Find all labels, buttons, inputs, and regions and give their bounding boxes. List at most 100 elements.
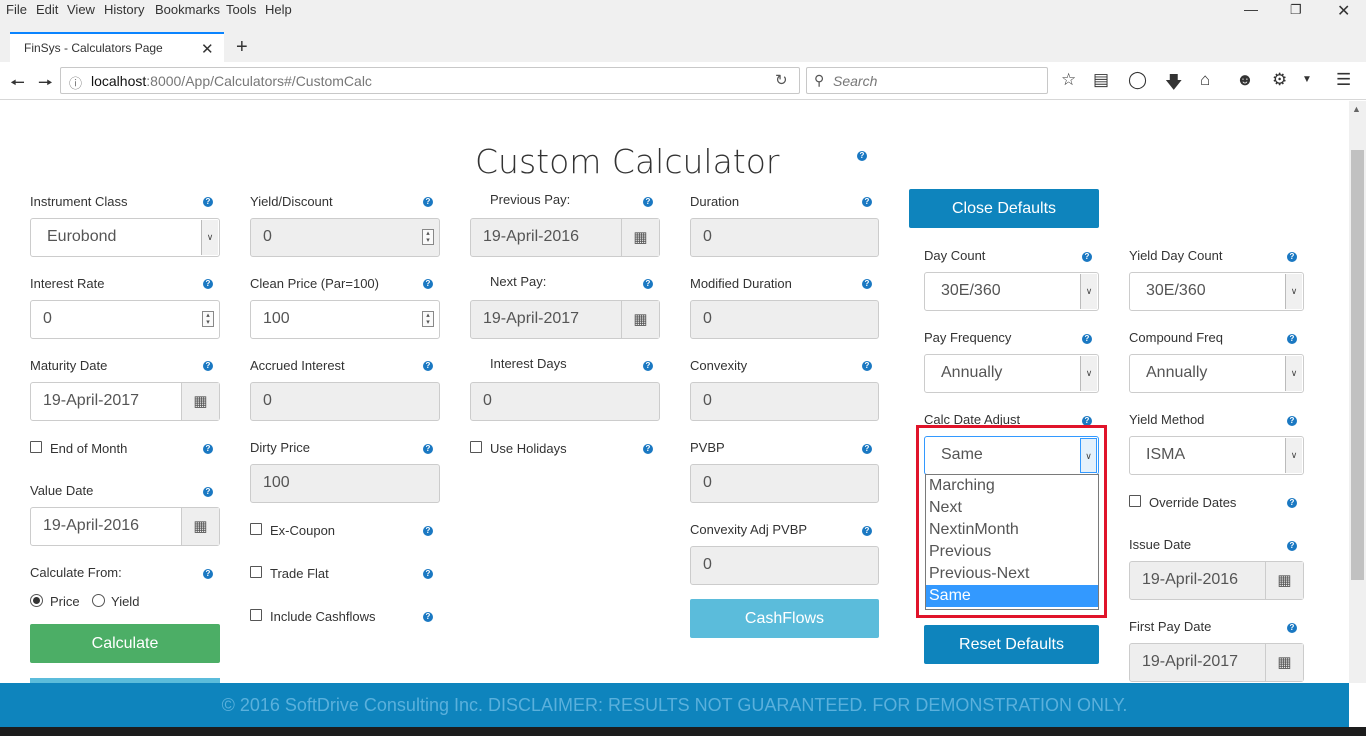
extension-icon[interactable]: ⚙ [1272, 70, 1287, 90]
help-icon[interactable]: ? [423, 444, 433, 454]
close-tab-icon[interactable]: ✕ [201, 40, 214, 58]
help-icon[interactable]: ? [203, 487, 213, 497]
yield-radio[interactable] [92, 594, 105, 607]
help-icon[interactable]: ? [423, 612, 433, 622]
help-icon[interactable]: ? [203, 569, 213, 579]
bookmark-star-icon[interactable]: ☆ [1061, 70, 1076, 90]
forward-icon[interactable]: 🠖 [38, 70, 53, 99]
help-icon[interactable]: ? [862, 361, 872, 371]
pay-frequency-select[interactable]: Annually ∨ [924, 354, 1099, 393]
help-icon[interactable]: ? [423, 361, 433, 371]
url-bar[interactable]: ⓘ localhost:8000/App/Calculators#/Custom… [60, 67, 800, 94]
override-dates-checkbox[interactable] [1129, 495, 1141, 507]
price-radio[interactable] [30, 594, 43, 607]
reset-defaults-button[interactable]: Reset Defaults [924, 625, 1099, 664]
help-icon[interactable]: ? [1287, 498, 1297, 508]
back-icon[interactable]: 🠔 [10, 70, 25, 99]
close-window-icon[interactable]: ✕ [1337, 1, 1350, 21]
menu-edit[interactable]: Edit [36, 2, 58, 17]
menu-tools[interactable]: Tools [226, 2, 256, 17]
include-cashflows-checkbox[interactable] [250, 609, 262, 621]
ex-coupon-checkbox[interactable] [250, 523, 262, 535]
chevron-down-icon[interactable]: ∨ [1285, 274, 1302, 309]
value-date-input[interactable]: 19-April-2016 ▦ [30, 507, 220, 546]
tab-finsys[interactable]: FinSys - Calculators Page ✕ [10, 32, 224, 62]
interest-rate-input[interactable]: 0 ▴ ▾ [30, 300, 220, 339]
help-icon[interactable]: ? [1082, 252, 1092, 262]
reader-list-icon[interactable]: ▤ [1093, 70, 1109, 90]
scrollbar-thumb[interactable] [1351, 150, 1364, 580]
day-count-select[interactable]: 30E/360 ∨ [924, 272, 1099, 311]
instrument-class-select[interactable]: Eurobond ∨ [30, 218, 220, 257]
calendar-icon[interactable]: ▦ [181, 383, 219, 420]
url-path: :8000/App/Calculators#/CustomCalc [146, 73, 372, 89]
yield-day-count-select[interactable]: 30E/360 ∨ [1129, 272, 1304, 311]
chevron-down-icon[interactable]: ∨ [1080, 274, 1097, 309]
calculate-button[interactable]: Calculate [30, 624, 220, 663]
maturity-date-input[interactable]: 19-April-2017 ▦ [30, 382, 220, 421]
chat-icon[interactable]: ☻ [1236, 70, 1254, 90]
restore-icon[interactable]: ❐ [1290, 2, 1302, 18]
help-icon[interactable]: ? [203, 197, 213, 207]
help-icon[interactable]: ? [423, 526, 433, 536]
end-of-month-checkbox[interactable] [30, 441, 42, 453]
help-icon[interactable]: ? [423, 197, 433, 207]
info-icon[interactable]: ⓘ [69, 73, 82, 92]
calendar-icon[interactable]: ▦ [1265, 562, 1303, 599]
help-icon[interactable]: ? [1082, 334, 1092, 344]
hamburger-menu-icon[interactable]: ☰ [1336, 70, 1351, 90]
help-icon[interactable]: ? [423, 569, 433, 579]
help-icon[interactable]: ? [1287, 623, 1297, 633]
home-icon[interactable]: ⌂ [1200, 70, 1210, 90]
menu-file[interactable]: File [6, 2, 27, 17]
close-defaults-button[interactable]: Close Defaults [909, 189, 1099, 228]
minimize-icon[interactable]: — [1244, 1, 1258, 17]
chevron-down-icon[interactable]: ∨ [1285, 356, 1302, 391]
spinner-icon[interactable]: ▴ ▾ [422, 311, 434, 327]
help-icon[interactable]: ? [203, 361, 213, 371]
menu-view[interactable]: View [67, 2, 95, 17]
chevron-down-icon[interactable]: ∨ [1285, 438, 1302, 473]
spinner-icon[interactable]: ▴ ▾ [202, 311, 214, 327]
cashflows-button[interactable]: CashFlows [690, 599, 879, 638]
scroll-up-icon[interactable]: ▲ [1352, 104, 1361, 114]
calendar-icon[interactable]: ▦ [181, 508, 219, 545]
chevron-down-icon[interactable]: ∨ [201, 220, 218, 255]
calendar-icon[interactable]: ▦ [621, 301, 659, 338]
help-icon[interactable]: ? [1287, 416, 1297, 426]
chevron-down-icon[interactable]: ▼ [1302, 74, 1312, 85]
help-icon[interactable]: ? [643, 444, 653, 454]
help-icon[interactable]: ? [203, 444, 213, 454]
reload-icon[interactable]: ↻ [775, 71, 788, 89]
compound-freq-select[interactable]: Annually ∨ [1129, 354, 1304, 393]
menu-bookmarks[interactable]: Bookmarks [155, 2, 220, 17]
help-icon[interactable]: ? [643, 279, 653, 289]
help-icon[interactable]: ? [643, 197, 653, 207]
help-icon[interactable]: ? [862, 444, 872, 454]
help-icon[interactable]: ? [862, 197, 872, 207]
help-icon[interactable]: ? [203, 279, 213, 289]
help-icon[interactable]: ? [1287, 252, 1297, 262]
menu-help[interactable]: Help [265, 2, 292, 17]
spinner-icon[interactable]: ▴ ▾ [422, 229, 434, 245]
help-icon[interactable]: ? [643, 361, 653, 371]
help-icon[interactable]: ? [1287, 334, 1297, 344]
help-icon[interactable]: ? [857, 151, 867, 161]
calendar-icon[interactable]: ▦ [1265, 644, 1303, 681]
help-icon[interactable]: ? [862, 279, 872, 289]
pocket-icon[interactable]: ◯ [1128, 70, 1147, 90]
yield-discount-input[interactable]: 0 ▴ ▾ [250, 218, 440, 257]
search-input[interactable]: ⚲ Search [806, 67, 1048, 94]
trade-flat-checkbox[interactable] [250, 566, 262, 578]
chevron-down-icon[interactable]: ∨ [1080, 356, 1097, 391]
menu-history[interactable]: History [104, 2, 144, 17]
help-icon[interactable]: ? [423, 279, 433, 289]
calendar-icon[interactable]: ▦ [621, 219, 659, 256]
download-icon[interactable]: 🡇 [1165, 70, 1182, 99]
new-tab-icon[interactable]: + [236, 36, 248, 59]
clean-price-input[interactable]: 100 ▴ ▾ [250, 300, 440, 339]
help-icon[interactable]: ? [1287, 541, 1297, 551]
use-holidays-checkbox[interactable] [470, 441, 482, 453]
help-icon[interactable]: ? [862, 526, 872, 536]
yield-method-select[interactable]: ISMA ∨ [1129, 436, 1304, 475]
